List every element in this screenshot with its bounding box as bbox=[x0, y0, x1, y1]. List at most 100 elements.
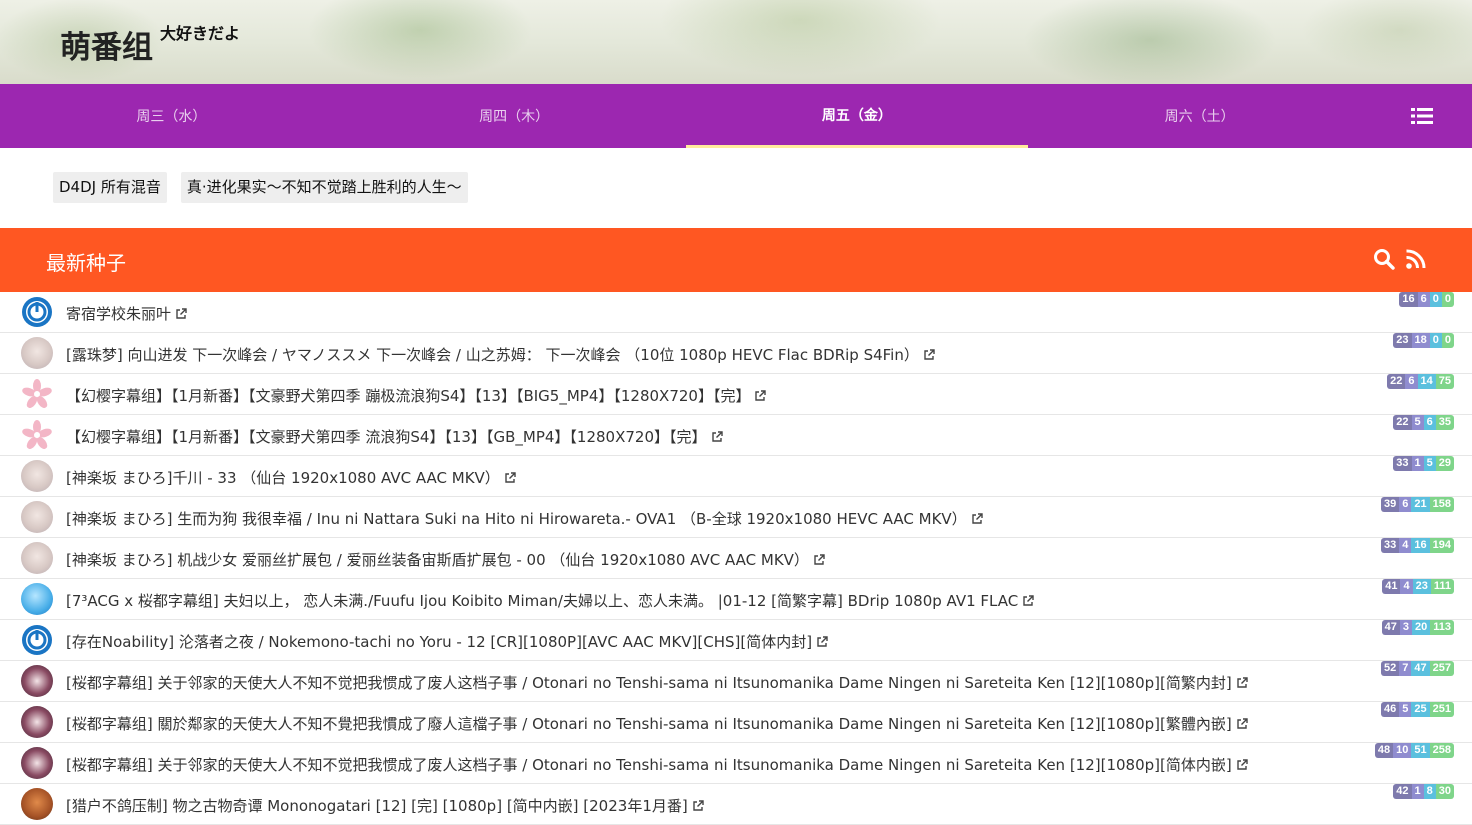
external-link-icon[interactable] bbox=[813, 554, 825, 566]
tab-saturday[interactable]: 周六（土） bbox=[1028, 84, 1371, 148]
torrent-title[interactable]: [猎户不鸽压制] 物之古物奇谭 Mononogatari [12] [完] [1… bbox=[66, 795, 704, 816]
torrent-title[interactable]: 寄宿学校朱丽叶 bbox=[66, 303, 187, 324]
torrent-title[interactable]: [桜都字幕组] 关于邻家的天使大人不知不觉把我惯成了废人这档子事 / Otona… bbox=[66, 754, 1248, 775]
torrent-title[interactable]: [桜都字幕组] 关于邻家的天使大人不知不觉把我惯成了废人这档子事 / Otona… bbox=[66, 672, 1248, 693]
uploader-avatar[interactable] bbox=[21, 624, 53, 656]
torrent-row: 【幻樱字幕组】【1月新番】【文豪野犬第四季 流浪狗S4】【13】【GB_MP4】… bbox=[0, 415, 1472, 456]
uploader-avatar[interactable] bbox=[21, 747, 53, 779]
torrent-title[interactable]: 【幻樱字幕组】【1月新番】【文豪野犬第四季 蹦极流浪狗S4】【13】【BIG5_… bbox=[66, 385, 767, 406]
stat-count-2: 18 bbox=[1411, 333, 1430, 348]
stat-count-3: 0 bbox=[1429, 333, 1442, 348]
external-link-icon[interactable] bbox=[923, 349, 935, 361]
stat-count-4: 113 bbox=[1430, 620, 1454, 635]
stat-count-1: 48 bbox=[1374, 743, 1394, 758]
uploader-avatar[interactable] bbox=[21, 460, 53, 492]
torrent-title[interactable]: 【幻樱字幕组】【1月新番】【文豪野犬第四季 流浪狗S4】【13】【GB_MP4】… bbox=[66, 426, 723, 447]
uploader-avatar[interactable] bbox=[21, 501, 53, 533]
stat-count-3: 6 bbox=[1423, 415, 1436, 430]
uploader-avatar[interactable] bbox=[21, 419, 53, 451]
uploader-avatar[interactable] bbox=[21, 296, 53, 328]
uploader-avatar[interactable] bbox=[21, 542, 53, 574]
list-menu-button[interactable] bbox=[1371, 84, 1472, 148]
torrent-list: 寄宿学校朱丽叶 16 6 0 0 [露珠梦] 向山进发 下一次峰会 / ヤマノススメ 下一… bbox=[0, 292, 1472, 825]
stat-count-3: 8 bbox=[1423, 784, 1436, 799]
torrent-title-text[interactable]: [桜都字幕组] 关于邻家的天使大人不知不觉把我惯成了废人这档子事 / Otona… bbox=[66, 756, 1232, 774]
torrent-stats: 22 5 6 35 bbox=[1393, 415, 1454, 430]
torrent-title-text[interactable]: 【幻樱字幕组】【1月新番】【文豪野犬第四季 流浪狗S4】【13】【GB_MP4】… bbox=[66, 428, 707, 446]
torrent-title-text[interactable]: [神楽坂 まひろ]千川 - 33 （仙台 1920x1080 AVC AAC M… bbox=[66, 469, 500, 487]
uploader-avatar[interactable] bbox=[21, 378, 53, 410]
torrent-stats: 41 4 23 111 bbox=[1382, 579, 1454, 594]
torrent-title[interactable]: [露珠梦] 向山进发 下一次峰会 / ヤマノススメ 下一次峰会 / 山之苏姆： … bbox=[66, 344, 935, 365]
uploader-avatar[interactable] bbox=[21, 583, 53, 615]
external-link-icon[interactable] bbox=[754, 390, 767, 402]
torrent-stats: 39 6 21 158 bbox=[1381, 497, 1454, 512]
stat-count-2: 1 bbox=[1411, 456, 1424, 471]
stat-count-1: 22 bbox=[1393, 415, 1412, 430]
stat-count-3: 23 bbox=[1412, 579, 1431, 594]
torrent-row: [神楽坂 まひろ] 机战少女 爱丽丝扩展包 / 爱丽丝装备宙斯盾扩展包 - 00… bbox=[0, 538, 1472, 579]
torrent-stats: 23 18 0 0 bbox=[1393, 333, 1454, 348]
stat-count-2: 4 bbox=[1400, 579, 1413, 594]
stat-count-3: 16 bbox=[1411, 538, 1430, 553]
torrent-title-text[interactable]: [猎户不鸽压制] 物之古物奇谭 Mononogatari [12] [完] [1… bbox=[66, 797, 688, 815]
bangumi-chips: D4DJ 所有混音 真·进化果实～不知不觉踏上胜利的人生～ bbox=[53, 172, 468, 203]
external-link-icon[interactable] bbox=[816, 636, 828, 648]
stat-count-4: 0 bbox=[1441, 333, 1454, 348]
torrent-title[interactable]: [7³ACG x 桜都字幕组] 夫妇以上， 恋人未满./Fuufu Ijou K… bbox=[66, 590, 1034, 611]
torrent-title-text[interactable]: [神楽坂 まひろ] 机战少女 爱丽丝扩展包 / 爱丽丝装备宙斯盾扩展包 - 00… bbox=[66, 551, 809, 569]
stat-count-1: 47 bbox=[1381, 620, 1400, 635]
torrent-title-text[interactable]: 寄宿学校朱丽叶 bbox=[66, 305, 171, 323]
stat-count-2: 6 bbox=[1417, 292, 1430, 307]
torrent-title-text[interactable]: [7³ACG x 桜都字幕组] 夫妇以上， 恋人未满./Fuufu Ijou K… bbox=[66, 592, 1018, 610]
stat-count-4: 30 bbox=[1435, 784, 1454, 799]
tab-wednesday[interactable]: 周三（水） bbox=[0, 84, 343, 148]
uploader-avatar[interactable] bbox=[21, 665, 53, 697]
stat-count-1: 42 bbox=[1393, 784, 1412, 799]
stat-count-3: 25 bbox=[1411, 702, 1430, 717]
latest-torrents-header: 最新种子 bbox=[0, 228, 1472, 292]
rss-icon[interactable] bbox=[1405, 248, 1427, 270]
stat-count-3: 47 bbox=[1411, 661, 1430, 676]
torrent-title[interactable]: [桜都字幕组] 關於鄰家的天使大人不知不覺把我慣成了廢人這檔子事 / Otona… bbox=[66, 713, 1248, 734]
torrent-title-text[interactable]: [存在Noability] 沦落者之夜 / Nokemono-tachi no … bbox=[66, 633, 812, 651]
chip-shinka-no-mi[interactable]: 真·进化果实～不知不觉踏上胜利的人生～ bbox=[180, 172, 468, 203]
site-title[interactable]: 萌番组 bbox=[60, 22, 153, 67]
external-link-icon[interactable] bbox=[1022, 595, 1034, 607]
torrent-title[interactable]: [神楽坂 まひろ] 机战少女 爱丽丝扩展包 / 爱丽丝装备宙斯盾扩展包 - 00… bbox=[66, 549, 825, 570]
external-link-icon[interactable] bbox=[1236, 677, 1248, 689]
tab-friday[interactable]: 周五（金） bbox=[685, 84, 1029, 148]
torrent-row: [神楽坂 まひろ] 生而为狗 我很幸福 / Inu ni Nattara Suk… bbox=[0, 497, 1472, 538]
stat-count-1: 16 bbox=[1399, 292, 1418, 307]
external-link-icon[interactable] bbox=[692, 800, 704, 812]
torrent-stats: 33 4 16 194 bbox=[1381, 538, 1454, 553]
torrent-title[interactable]: [神楽坂 まひろ]千川 - 33 （仙台 1920x1080 AVC AAC M… bbox=[66, 467, 516, 488]
torrent-title-text[interactable]: [露珠梦] 向山进发 下一次峰会 / ヤマノススメ 下一次峰会 / 山之苏姆： … bbox=[66, 346, 919, 364]
external-link-icon[interactable] bbox=[504, 472, 516, 484]
stat-count-2: 6 bbox=[1405, 374, 1418, 389]
torrent-title[interactable]: [存在Noability] 沦落者之夜 / Nokemono-tachi no … bbox=[66, 631, 828, 652]
header-banner: 萌番组 大好きだよ bbox=[0, 0, 1472, 84]
search-icon[interactable] bbox=[1373, 248, 1395, 270]
stat-count-2: 5 bbox=[1399, 702, 1412, 717]
uploader-avatar[interactable] bbox=[21, 337, 53, 369]
torrent-title-text[interactable]: [桜都字幕组] 關於鄰家的天使大人不知不覺把我慣成了廢人這檔子事 / Otona… bbox=[66, 715, 1232, 733]
uploader-avatar[interactable] bbox=[21, 706, 53, 738]
uploader-avatar[interactable] bbox=[21, 788, 53, 820]
external-link-icon[interactable] bbox=[1236, 718, 1248, 730]
stat-count-4: 0 bbox=[1441, 292, 1454, 307]
torrent-stats: 22 6 14 75 bbox=[1387, 374, 1454, 389]
torrent-title-text[interactable]: 【幻樱字幕组】【1月新番】【文豪野犬第四季 蹦极流浪狗S4】【13】【BIG5_… bbox=[66, 387, 750, 405]
external-link-icon[interactable] bbox=[971, 513, 983, 525]
torrent-row: [桜都字幕组] 关于邻家的天使大人不知不觉把我惯成了废人这档子事 / Otona… bbox=[0, 743, 1472, 784]
torrent-title-text[interactable]: [神楽坂 まひろ] 生而为狗 我很幸福 / Inu ni Nattara Suk… bbox=[66, 510, 967, 528]
chip-d4dj[interactable]: D4DJ 所有混音 bbox=[53, 172, 167, 203]
torrent-row: [猎户不鸽压制] 物之古物奇谭 Mononogatari [12] [完] [1… bbox=[0, 784, 1472, 825]
torrent-title[interactable]: [神楽坂 まひろ] 生而为狗 我很幸福 / Inu ni Nattara Suk… bbox=[66, 508, 983, 529]
external-link-icon[interactable] bbox=[175, 308, 187, 320]
external-link-icon[interactable] bbox=[1236, 759, 1248, 771]
stat-count-1: 33 bbox=[1381, 538, 1400, 553]
external-link-icon[interactable] bbox=[711, 431, 723, 443]
torrent-title-text[interactable]: [桜都字幕组] 关于邻家的天使大人不知不觉把我惯成了废人这档子事 / Otona… bbox=[66, 674, 1232, 692]
tab-thursday[interactable]: 周四（木） bbox=[343, 84, 686, 148]
